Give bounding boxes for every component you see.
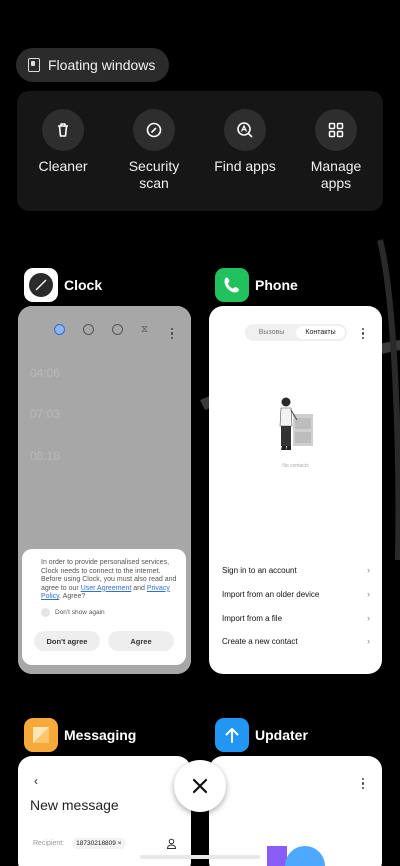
updater-app-card[interactable]	[209, 756, 382, 866]
floating-windows-button[interactable]: Floating windows	[16, 48, 170, 82]
home-indicator[interactable]	[140, 855, 260, 859]
clock-app-icon	[24, 268, 58, 302]
phone-tab-switcher: Вызовы Контакты	[245, 324, 347, 341]
security-scan-button[interactable]: Security scan	[109, 109, 199, 192]
import-older-device-option[interactable]: Import from an older device ›	[222, 589, 370, 599]
phone-app-icon	[215, 268, 249, 302]
chevron-right-icon: ›	[367, 589, 370, 599]
manage-apps-label: Manage apps	[310, 158, 362, 191]
consent-message: In order to provide personalised service…	[41, 559, 177, 601]
dont-show-again-checkbox[interactable]: Don't show again	[41, 607, 177, 617]
clock-app-card[interactable]: ⧖ 04:06 07:03 08:18 In order to provide …	[18, 306, 191, 674]
close-icon	[192, 778, 208, 794]
security-scan-icon	[133, 109, 175, 151]
tab-contacts[interactable]: Контакты	[296, 326, 345, 339]
alarm-row: 08:18	[30, 449, 61, 463]
phone-app-card[interactable]: Вызовы Контакты No contacts Sign in to a…	[209, 306, 382, 674]
import-file-option[interactable]: Import from a file ›	[222, 613, 370, 623]
checkbox-circle	[41, 607, 50, 617]
dont-show-again-label: Don't show again	[55, 608, 105, 616]
no-contacts-text: No contacts	[282, 463, 309, 469]
phone-app-name: Phone	[255, 277, 298, 293]
back-arrow-icon: ‹	[34, 774, 38, 788]
alarm-icon	[54, 324, 65, 335]
updater-app-icon	[215, 718, 249, 752]
updater-illustration	[267, 846, 325, 866]
close-all-button[interactable]	[174, 760, 226, 812]
find-apps-label: Find apps	[214, 158, 276, 174]
clock-app-header[interactable]: Clock	[24, 268, 102, 302]
messaging-app-card[interactable]: ‹ New message Recipient: 18730218809 ×	[18, 756, 191, 866]
agree-button[interactable]: Agree	[108, 631, 174, 651]
updater-app-name: Updater	[255, 727, 308, 743]
clock-app-name: Clock	[64, 277, 103, 293]
phone-app-header[interactable]: Phone	[215, 268, 298, 302]
messaging-app-icon	[24, 718, 58, 752]
sign-in-option[interactable]: Sign in to an account ›	[222, 565, 370, 575]
stopwatch-icon	[112, 324, 123, 335]
recipient-label: Recipient:	[33, 840, 65, 847]
chevron-right-icon: ›	[367, 613, 370, 623]
trash-icon	[42, 109, 84, 151]
clock-more-icon	[171, 328, 174, 340]
find-apps-button[interactable]: Find apps	[200, 109, 290, 175]
recipient-chip: 18730218809 ×	[72, 838, 126, 849]
user-agreement-link[interactable]: User Agreement	[81, 585, 132, 592]
tab-calls[interactable]: Вызовы	[247, 326, 296, 339]
phone-more-icon	[362, 328, 365, 340]
recipient-row: Recipient: 18730218809 ×	[33, 838, 177, 849]
empty-contacts-illustration	[279, 397, 313, 450]
security-scan-label: Security scan	[128, 158, 180, 191]
grid-icon	[315, 109, 357, 151]
messaging-app-header[interactable]: Messaging	[24, 718, 136, 752]
quick-tools-panel: Cleaner Security scan Find apps Manage a…	[17, 91, 383, 211]
messaging-app-name: Messaging	[64, 727, 137, 743]
chevron-right-icon: ›	[367, 565, 370, 575]
person-icon	[166, 838, 177, 849]
cleaner-button[interactable]: Cleaner	[18, 109, 108, 175]
timer-icon: ⧖	[141, 324, 149, 335]
cleaner-label: Cleaner	[38, 158, 88, 174]
chevron-right-icon: ›	[367, 636, 370, 646]
world-clock-icon	[83, 324, 94, 335]
find-apps-icon	[224, 109, 266, 151]
alarm-row: 07:03	[30, 407, 61, 421]
create-contact-option[interactable]: Create a new contact ›	[222, 636, 370, 646]
clock-consent-dialog: In order to provide personalised service…	[22, 549, 186, 665]
floating-window-icon	[28, 58, 40, 72]
manage-apps-button[interactable]: Manage apps	[291, 109, 381, 192]
updater-more-icon	[362, 778, 365, 790]
alarm-row: 04:06	[30, 366, 61, 380]
floating-windows-label: Floating windows	[48, 57, 156, 73]
dont-agree-button[interactable]: Don't agree	[34, 631, 100, 651]
updater-app-header[interactable]: Updater	[215, 718, 308, 752]
new-message-title: New message	[30, 797, 119, 813]
clock-toolbar: ⧖	[54, 324, 148, 335]
